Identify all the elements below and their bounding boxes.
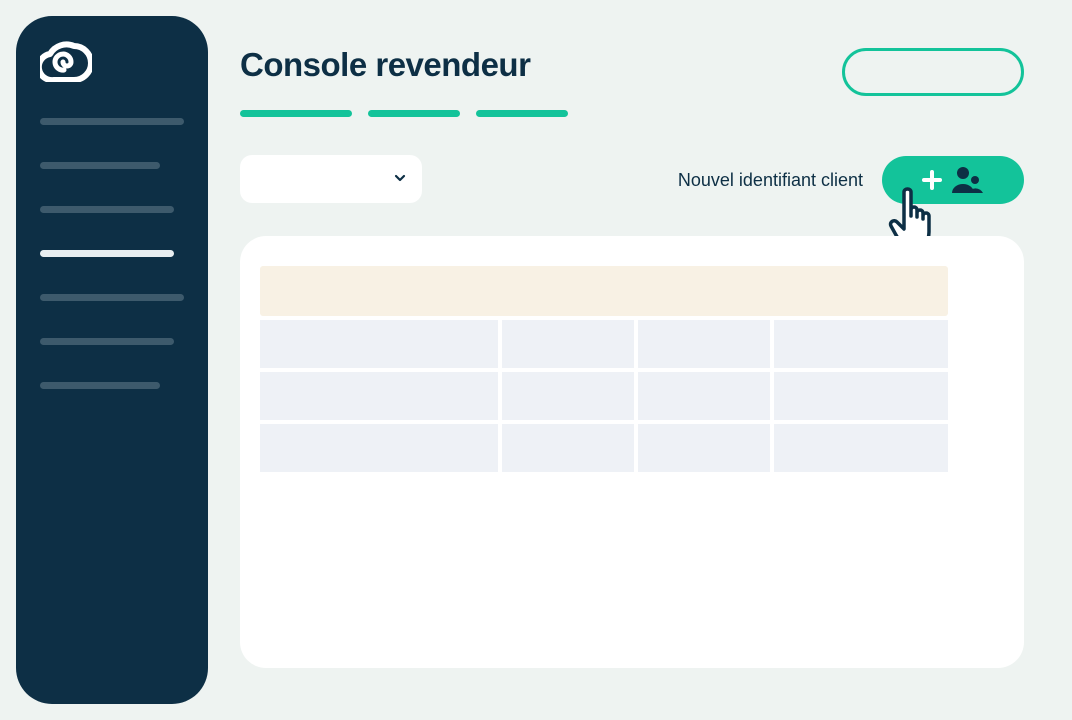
sidebar-item-5[interactable] — [40, 294, 184, 301]
table-row[interactable] — [260, 320, 948, 368]
table-cell — [260, 320, 498, 368]
table-cell — [638, 424, 770, 472]
header-outline-button[interactable] — [842, 48, 1024, 96]
logo-icon — [40, 41, 92, 82]
table-cell — [502, 424, 634, 472]
tab-2[interactable] — [368, 110, 460, 117]
table-cell — [260, 424, 498, 472]
table-cell — [774, 320, 948, 368]
sidebar-item-1[interactable] — [40, 118, 184, 125]
clients-card — [240, 236, 1024, 668]
sidebar-item-6[interactable] — [40, 338, 174, 345]
sidebar-item-3[interactable] — [40, 206, 174, 213]
table-cell — [774, 372, 948, 420]
sidebar-item-7[interactable] — [40, 382, 160, 389]
sidebar-item-2[interactable] — [40, 162, 160, 169]
table-cell — [502, 320, 634, 368]
table-cell — [638, 372, 770, 420]
tab-3[interactable] — [476, 110, 568, 117]
new-client-label: Nouvel identifiant client — [677, 170, 863, 190]
tab-1[interactable] — [240, 110, 352, 117]
table-row[interactable] — [260, 424, 948, 472]
sidebar-item-4-active[interactable] — [40, 250, 174, 257]
table-cell — [502, 372, 634, 420]
clients-table — [260, 266, 948, 472]
table-header — [260, 266, 948, 316]
table-cell — [260, 372, 498, 420]
page-title: Console revendeur — [240, 46, 531, 83]
users-icon — [952, 167, 983, 193]
chevron-down-icon — [394, 174, 406, 182]
table-cell — [774, 424, 948, 472]
table-row[interactable] — [260, 372, 948, 420]
sidebar — [16, 16, 208, 704]
filter-select[interactable] — [240, 155, 422, 203]
table-cell — [638, 320, 770, 368]
